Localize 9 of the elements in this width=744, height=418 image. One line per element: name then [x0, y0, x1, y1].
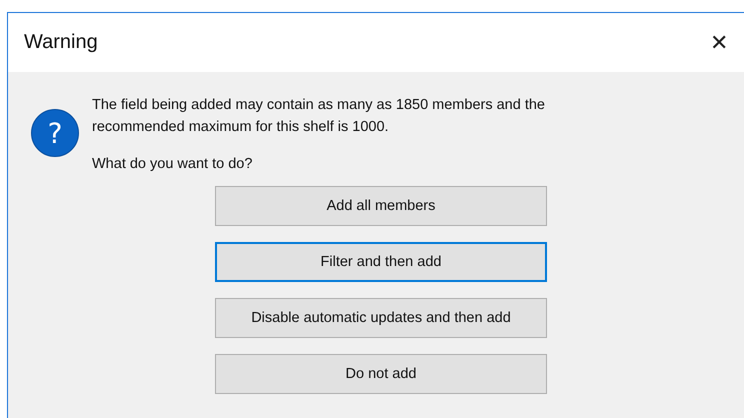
- option-button[interactable]: Disable automatic updates and then add: [215, 298, 547, 338]
- question-icon: ?: [31, 109, 79, 157]
- warning-message: The field being added may contain as many as 1850 members and the recommended maximum for this shelf is 1000.: [92, 96, 545, 137]
- option-button[interactable]: Filter and then add: [215, 242, 547, 282]
- close-button[interactable]: ✕: [704, 30, 734, 56]
- option-button[interactable]: Do not add: [215, 354, 547, 394]
- window-title: Warning: [24, 31, 98, 54]
- question-text: What do you want to do?: [92, 156, 254, 172]
- option-button[interactable]: Add all members: [215, 186, 547, 226]
